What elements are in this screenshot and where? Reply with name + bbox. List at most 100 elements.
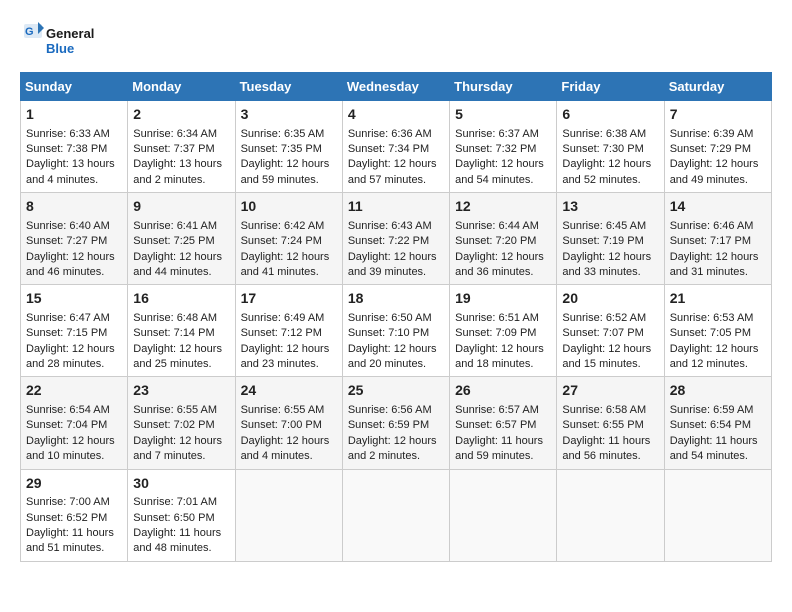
calendar-cell: 8Sunrise: 6:40 AMSunset: 7:27 PMDaylight… [21, 193, 128, 285]
calendar-cell [450, 469, 557, 561]
day-info-line: and 31 minutes. [670, 265, 766, 280]
calendar-cell: 12Sunrise: 6:44 AMSunset: 7:20 PMDayligh… [450, 193, 557, 285]
day-info-line: Sunrise: 6:34 AM [133, 127, 229, 142]
day-info-line: and 39 minutes. [348, 265, 444, 280]
day-info-line: and 7 minutes. [133, 449, 229, 464]
calendar-cell [342, 469, 449, 561]
calendar-cell: 3Sunrise: 6:35 AMSunset: 7:35 PMDaylight… [235, 101, 342, 193]
day-info-line: Daylight: 12 hours [26, 342, 122, 357]
calendar-cell: 25Sunrise: 6:56 AMSunset: 6:59 PMDayligh… [342, 377, 449, 469]
day-info-line: and 44 minutes. [133, 265, 229, 280]
calendar-cell: 6Sunrise: 6:38 AMSunset: 7:30 PMDaylight… [557, 101, 664, 193]
day-info-line: Daylight: 11 hours [562, 434, 658, 449]
day-info-line: and 2 minutes. [133, 173, 229, 188]
day-info-line: Sunset: 7:07 PM [562, 326, 658, 341]
calendar-cell: 7Sunrise: 6:39 AMSunset: 7:29 PMDaylight… [664, 101, 771, 193]
day-number: 30 [133, 474, 229, 494]
day-number: 15 [26, 289, 122, 309]
day-number: 17 [241, 289, 337, 309]
day-info-line: Sunrise: 6:38 AM [562, 127, 658, 142]
day-info-line: Sunrise: 7:00 AM [26, 495, 122, 510]
day-info-line: Sunset: 6:59 PM [348, 418, 444, 433]
day-number: 22 [26, 381, 122, 401]
day-info-line: Sunset: 6:57 PM [455, 418, 551, 433]
day-number: 2 [133, 105, 229, 125]
day-info-line: Sunset: 7:38 PM [26, 142, 122, 157]
day-info-line: Daylight: 12 hours [241, 342, 337, 357]
day-info-line: Sunset: 7:24 PM [241, 234, 337, 249]
calendar-cell: 2 Sunrise: 6:34 AMSunset: 7:37 PMDaylight… [128, 101, 235, 193]
day-info-line: Daylight: 12 hours [26, 250, 122, 265]
day-info-line: Sunset: 7:27 PM [26, 234, 122, 249]
col-header-sunday: Sunday [21, 73, 128, 101]
day-info-line: Sunrise: 6:33 AM [26, 127, 122, 142]
day-info-line: and 28 minutes. [26, 357, 122, 372]
day-info-line: and 2 minutes. [348, 449, 444, 464]
calendar-cell: 18Sunrise: 6:50 AMSunset: 7:10 PMDayligh… [342, 285, 449, 377]
day-info-line: Sunset: 7:05 PM [670, 326, 766, 341]
day-number: 14 [670, 197, 766, 217]
day-info-line: Sunset: 7:19 PM [562, 234, 658, 249]
calendar-cell: 15Sunrise: 6:47 AMSunset: 7:15 PMDayligh… [21, 285, 128, 377]
day-info-line: Sunrise: 6:37 AM [455, 127, 551, 142]
day-info-line: Sunrise: 6:42 AM [241, 219, 337, 234]
calendar-cell: 5Sunrise: 6:37 AMSunset: 7:32 PMDaylight… [450, 101, 557, 193]
day-number: 26 [455, 381, 551, 401]
day-info-line: Sunset: 6:55 PM [562, 418, 658, 433]
day-info-line: Sunrise: 6:43 AM [348, 219, 444, 234]
day-info-line: and 51 minutes. [26, 541, 122, 556]
calendar-cell: 14Sunrise: 6:46 AMSunset: 7:17 PMDayligh… [664, 193, 771, 285]
day-info-line: and 46 minutes. [26, 265, 122, 280]
calendar-cell: 19 Sunrise: 6:51 AMSunset: 7:09 PMDayligh… [450, 285, 557, 377]
day-number: 24 [241, 381, 337, 401]
day-info-line: and 54 minutes. [670, 449, 766, 464]
day-info-line: and 49 minutes. [670, 173, 766, 188]
day-info-line: Sunset: 7:09 PM [455, 326, 551, 341]
day-info-line: Daylight: 12 hours [455, 250, 551, 265]
day-info-line: Daylight: 12 hours [348, 434, 444, 449]
day-info-line: and 41 minutes. [241, 265, 337, 280]
calendar-cell: 9Sunrise: 6:41 AMSunset: 7:25 PMDaylight… [128, 193, 235, 285]
day-info-line: and 25 minutes. [133, 357, 229, 372]
day-info-line: Daylight: 12 hours [562, 157, 658, 172]
col-header-tuesday: Tuesday [235, 73, 342, 101]
day-info-line: Sunrise: 6:57 AM [455, 403, 551, 418]
day-number: 19 [455, 289, 551, 309]
day-number: 27 [562, 381, 658, 401]
page-header: General Blue G [20, 20, 772, 62]
day-info-line: Sunset: 7:22 PM [348, 234, 444, 249]
day-info-line: Sunset: 7:25 PM [133, 234, 229, 249]
day-info-line: Daylight: 12 hours [670, 342, 766, 357]
day-info-line: Daylight: 12 hours [455, 342, 551, 357]
day-info-line: and 59 minutes. [241, 173, 337, 188]
day-number: 23 [133, 381, 229, 401]
day-info-line: Daylight: 12 hours [241, 250, 337, 265]
day-info-line: Daylight: 12 hours [562, 250, 658, 265]
day-info-line: Sunrise: 6:46 AM [670, 219, 766, 234]
col-header-friday: Friday [557, 73, 664, 101]
day-info-line: Sunset: 7:15 PM [26, 326, 122, 341]
day-info-line: Sunrise: 6:54 AM [26, 403, 122, 418]
day-info-line: Sunset: 7:37 PM [133, 142, 229, 157]
day-info-line: Sunset: 7:10 PM [348, 326, 444, 341]
day-number: 6 [562, 105, 658, 125]
day-info-line: and 15 minutes. [562, 357, 658, 372]
day-number: 10 [241, 197, 337, 217]
day-number: 4 [348, 105, 444, 125]
svg-text:General: General [46, 26, 94, 41]
day-info-line: Daylight: 13 hours [133, 157, 229, 172]
day-info-line: and 12 minutes. [670, 357, 766, 372]
day-number: 12 [455, 197, 551, 217]
day-info-line: Sunset: 6:54 PM [670, 418, 766, 433]
calendar-cell: 4Sunrise: 6:36 AMSunset: 7:34 PMDaylight… [342, 101, 449, 193]
day-info-line: Sunset: 7:34 PM [348, 142, 444, 157]
calendar-cell: 1Sunrise: 6:33 AMSunset: 7:38 PMDaylight… [21, 101, 128, 193]
day-info-line: and 48 minutes. [133, 541, 229, 556]
calendar-cell: 30Sunrise: 7:01 AMSunset: 6:50 PMDayligh… [128, 469, 235, 561]
day-info-line: and 33 minutes. [562, 265, 658, 280]
col-header-monday: Monday [128, 73, 235, 101]
calendar-cell: 10 Sunrise: 6:42 AMSunset: 7:24 PMDayligh… [235, 193, 342, 285]
day-info-line: Sunrise: 6:51 AM [455, 311, 551, 326]
day-info-line: Daylight: 12 hours [133, 342, 229, 357]
calendar-cell: 11Sunrise: 6:43 AMSunset: 7:22 PMDayligh… [342, 193, 449, 285]
